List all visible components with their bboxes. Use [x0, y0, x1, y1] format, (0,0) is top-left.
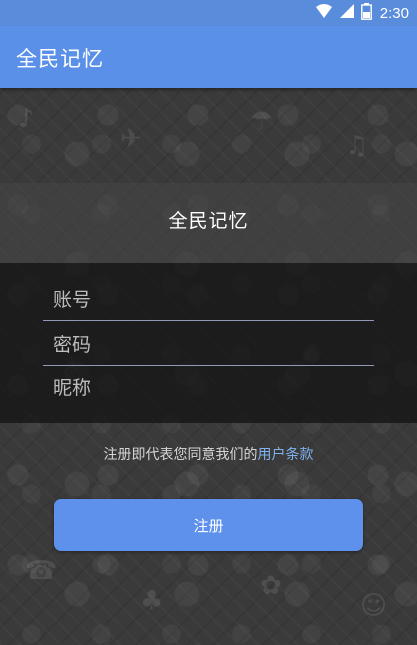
status-time: 2:30 [379, 4, 409, 22]
wifi-icon [315, 3, 333, 23]
register-screen: ♪ ✈ ☂ ♫ ☀ ♠ ☎ ♣ ✿ ☺ 全民记忆 注册即代表您同意我们的用户条款… [0, 88, 417, 645]
battery-icon [360, 2, 372, 24]
account-input[interactable] [43, 279, 374, 321]
terms-link[interactable]: 用户条款 [258, 447, 314, 463]
app-bar: 全民记忆 [0, 26, 417, 88]
background-doodle: ✈ [120, 124, 142, 154]
background-doodle: ☎ [25, 556, 58, 586]
background-doodle: ♫ [345, 131, 369, 161]
background-doodle: ✿ [260, 571, 282, 601]
background-doodle: ☺ [360, 591, 388, 621]
agreement-prefix: 注册即代表您同意我们的 [103, 447, 258, 463]
app-title: 全民记忆 [16, 47, 104, 71]
status-icons: 2:30 [315, 2, 409, 24]
password-input[interactable] [43, 324, 374, 366]
form-title: 全民记忆 [168, 210, 249, 232]
register-button[interactable]: 注册 [54, 499, 363, 551]
background-doodle: ♣ [140, 586, 164, 616]
status-bar: 2:30 [0, 0, 417, 26]
background-doodle: ♪ [18, 104, 35, 134]
background-doodle: ☂ [250, 106, 274, 136]
agreement-text: 注册即代表您同意我们的用户条款 [0, 444, 417, 464]
signal-icon [339, 3, 355, 23]
nickname-input[interactable] [43, 367, 374, 409]
